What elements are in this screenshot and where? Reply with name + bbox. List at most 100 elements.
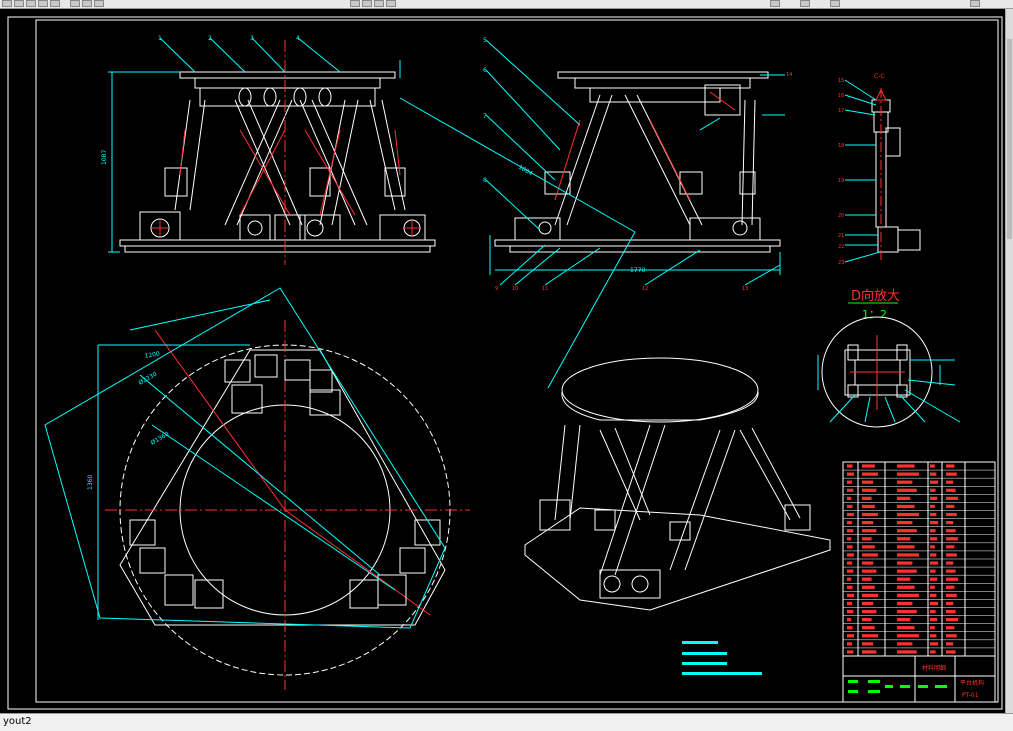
part-number: 6 [483, 67, 487, 74]
detail-title: D向放大 [851, 288, 900, 304]
tool-icon[interactable] [70, 0, 80, 7]
bom-cell-text [897, 464, 915, 468]
bom-cell-text [946, 650, 956, 654]
tool-icon[interactable] [800, 0, 810, 7]
bom-cell-text [946, 529, 956, 533]
tool-icon[interactable] [26, 0, 36, 7]
part-number: 16 [838, 93, 844, 99]
dim-width: 1770 [630, 267, 645, 274]
bom-cell-text [897, 601, 913, 606]
bom-cell-text [847, 585, 853, 589]
bom-cell-text [930, 464, 935, 468]
section-cc [871, 99, 921, 253]
tool-icon[interactable] [50, 0, 60, 7]
bom-cell-text [897, 496, 911, 500]
bom-cell-text [930, 618, 938, 622]
bom-cell-text [946, 609, 956, 614]
bom-cell-text [862, 512, 878, 517]
tool-icon[interactable] [350, 0, 360, 7]
bom-cell-text [946, 585, 955, 589]
bom-cell-text [847, 569, 854, 573]
bom-cell-text [847, 618, 852, 622]
side-view [494, 71, 781, 253]
bom-code: PT-01 [962, 692, 979, 699]
tool-icon[interactable] [2, 0, 12, 7]
bom-cell-text [930, 480, 938, 484]
bom-cell-text [847, 496, 852, 500]
bom-cell-text [862, 521, 874, 525]
tool-icon[interactable] [14, 0, 24, 7]
bom-cell-text [862, 601, 874, 606]
bom-cell-text [897, 537, 911, 541]
part-number: 17 [838, 108, 844, 114]
bom-cell-text [930, 529, 936, 533]
dim-height: 1087 [101, 150, 108, 165]
bom-cell-text [847, 561, 852, 565]
bom-cell-text [897, 618, 911, 622]
tab-layout[interactable]: yout2 [0, 715, 35, 729]
bom-cell-text [897, 545, 915, 549]
bom-cell-text [946, 537, 958, 541]
bom-cell-text [862, 464, 875, 468]
part-number: 13 [742, 286, 748, 292]
bom-cell-text [930, 512, 937, 517]
part-number: 23 [838, 260, 844, 266]
bom-cell-text [930, 577, 938, 581]
bom-cell-text [862, 650, 877, 654]
tool-icon[interactable] [830, 0, 840, 7]
part-number: 15 [838, 78, 844, 84]
bom-cell-text [930, 650, 936, 654]
bom-cell-text [946, 464, 955, 468]
bom-cell-text [930, 504, 935, 509]
bom-cell-text [847, 553, 854, 557]
bom-cell-text [946, 553, 957, 557]
bom-cell-text [847, 512, 854, 517]
top-view-dims [44, 287, 446, 629]
part-number: 5 [483, 37, 487, 44]
bom-cell-text [862, 593, 878, 597]
tool-icon[interactable] [82, 0, 92, 7]
bom-cell-text [897, 577, 911, 581]
part-number: 20 [838, 213, 844, 219]
bom-cell-text [946, 618, 958, 622]
drawing-canvas[interactable]: 1087 1 2 3 4 1770 1004 5 6 7 8 9 10 11 1… [0, 9, 1005, 713]
bom-cell-text [847, 504, 853, 509]
toolbar [0, 0, 1013, 9]
tool-icon[interactable] [386, 0, 396, 7]
bom-cell-text [930, 545, 935, 549]
bom-cell-text [930, 488, 936, 492]
bom-cell-text [897, 553, 919, 557]
tool-icon[interactable] [970, 0, 980, 7]
bom-cell-text [847, 545, 853, 549]
bom-cell-text [946, 642, 954, 646]
scroll-thumb[interactable] [1007, 39, 1012, 239]
detail-scale: 1：2 [862, 308, 887, 321]
tool-icon[interactable] [770, 0, 780, 7]
tool-icon[interactable] [374, 0, 384, 7]
bom-cell-text [897, 634, 919, 638]
bom-cell-text [847, 642, 852, 646]
tool-icon[interactable] [38, 0, 48, 7]
bom-cell-text [946, 504, 955, 509]
bom-cell-text [847, 577, 852, 581]
bom-cell-text [847, 650, 854, 654]
bom-cell-text [930, 609, 936, 614]
dim-circle-inner: Ø1360 [150, 431, 171, 447]
tool-icon[interactable] [94, 0, 104, 7]
bom-cell-text [897, 642, 913, 646]
bom-cell-text [946, 569, 956, 573]
inner-frame [35, 19, 999, 703]
bom-cell-text [946, 561, 954, 565]
bom-cell-text [897, 480, 913, 484]
bom-cell-text [930, 553, 937, 557]
tech-notes [682, 641, 762, 675]
vertical-scrollbar[interactable] [1005, 9, 1013, 713]
bom-cell-text [862, 609, 877, 614]
bom-cell-text [930, 537, 938, 541]
bom-cell-text [930, 521, 938, 525]
bom-cell-text [897, 504, 915, 509]
tool-icon[interactable] [362, 0, 372, 7]
part-number: 19 [838, 178, 844, 184]
cad-drawing: 1087 1 2 3 4 1770 1004 5 6 7 8 9 10 11 1… [7, 16, 1003, 710]
bom-cell-text [897, 626, 915, 630]
